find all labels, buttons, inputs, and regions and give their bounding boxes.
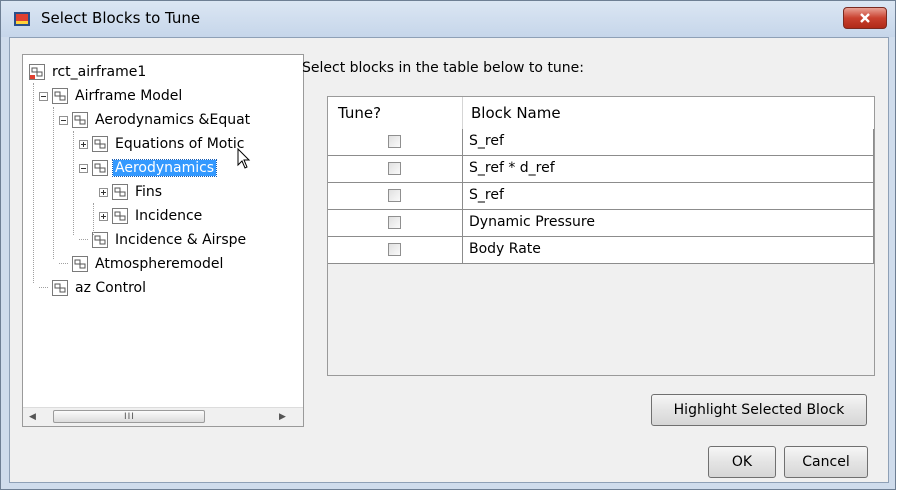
instruction-text: Select blocks in the table below to tune…: [302, 60, 585, 76]
subsystem-icon: [52, 280, 68, 296]
scrollbar-thumb[interactable]: III: [53, 410, 205, 423]
tune-checkbox[interactable]: [388, 135, 401, 148]
simulink-app-icon: [14, 12, 30, 26]
subsystem-icon: [92, 136, 108, 152]
tree-item[interactable]: Aerodynamics &Equat: [59, 109, 252, 131]
table-row[interactable]: S_ref * d_ref: [328, 156, 874, 183]
tune-checkbox[interactable]: [388, 162, 401, 175]
tree-item-label[interactable]: rct_airframe1: [50, 64, 148, 80]
tree-item[interactable]: Fins: [99, 181, 164, 203]
blocks-table: Tune? Block Name S_ref S_ref * d_ref S_ref…: [327, 96, 875, 376]
table-row[interactable]: Dynamic Pressure: [328, 210, 874, 237]
tree-item-label[interactable]: Fins: [133, 184, 164, 200]
collapse-icon[interactable]: [59, 115, 68, 125]
collapse-icon[interactable]: [79, 163, 88, 173]
tree-guide-line: [33, 83, 34, 283]
tree-connector: [39, 287, 48, 289]
tree-item[interactable]: Equations of Motic: [79, 133, 246, 155]
block-name-cell[interactable]: S_ref: [469, 133, 504, 149]
subsystem-icon: [92, 160, 108, 176]
tune-cell: [328, 129, 463, 155]
scroll-right-arrow-icon[interactable]: ▶: [279, 412, 286, 422]
tune-checkbox[interactable]: [388, 243, 401, 256]
table-right-border: [873, 129, 874, 264]
subsystem-icon: [72, 256, 88, 272]
block-name-cell[interactable]: Dynamic Pressure: [469, 214, 595, 230]
table-header: Tune? Block Name: [328, 97, 874, 130]
expand-icon[interactable]: [99, 187, 108, 197]
table-row[interactable]: Body Rate: [328, 237, 874, 264]
tree-item-label[interactable]: Airframe Model: [73, 88, 184, 104]
tree-connector: [59, 263, 68, 265]
block-name-cell[interactable]: S_ref * d_ref: [469, 160, 555, 176]
title-bar[interactable]: Select Blocks to Tune: [1, 1, 895, 37]
expand-icon[interactable]: [99, 211, 108, 221]
tree-item-label[interactable]: Equations of Motic: [113, 136, 246, 152]
dialog-content: rct_airframe1 Airframe Model Aerodynamics …: [9, 37, 889, 483]
collapse-icon[interactable]: [39, 91, 48, 101]
tune-checkbox[interactable]: [388, 216, 401, 229]
tune-checkbox[interactable]: [388, 189, 401, 202]
expand-icon[interactable]: [79, 139, 88, 149]
window-title: Select Blocks to Tune: [41, 9, 201, 27]
tree-guide-line: [53, 107, 54, 259]
subsystem-icon: [52, 88, 68, 104]
subsystem-icon: [112, 184, 128, 200]
close-icon: [860, 13, 870, 23]
model-tree[interactable]: rct_airframe1 Airframe Model Aerodynamics …: [22, 54, 304, 427]
scroll-left-arrow-icon[interactable]: ◀: [29, 412, 36, 422]
tune-cell: [328, 237, 463, 263]
scroll-grip: III: [124, 412, 135, 422]
subsystem-icon: [112, 208, 128, 224]
tune-cell: [328, 183, 463, 209]
model-icon: [29, 64, 45, 80]
tree-item-label[interactable]: Incidence: [133, 208, 204, 224]
column-header-block-name[interactable]: Block Name: [471, 104, 561, 122]
tree-item-label[interactable]: Aerodynamics: [111, 159, 218, 177]
close-button[interactable]: [843, 7, 887, 29]
column-divider[interactable]: [462, 97, 463, 129]
table-row[interactable]: S_ref: [328, 183, 874, 210]
tree-item[interactable]: Airframe Model: [39, 85, 184, 107]
tree-item[interactable]: Incidence & Airspe: [79, 229, 248, 251]
highlight-selected-block-button[interactable]: Highlight Selected Block: [651, 394, 867, 426]
cancel-button[interactable]: Cancel: [784, 446, 868, 478]
tree-item[interactable]: Incidence: [99, 205, 204, 227]
tree-item-label[interactable]: Incidence & Airspe: [113, 232, 248, 248]
tree-item-label[interactable]: Atmospheremodel: [93, 256, 225, 272]
tune-cell: [328, 156, 463, 182]
tree-item-label[interactable]: az Control: [73, 280, 148, 296]
tree-item[interactable]: Aerodynamics: [79, 157, 218, 179]
horizontal-scrollbar[interactable]: ◀ III ▶: [23, 407, 303, 426]
column-header-tune[interactable]: Tune?: [338, 104, 381, 122]
tree-connector: [79, 239, 88, 241]
dialog-window: Select Blocks to Tune rct_airframe1 Airfr…: [0, 0, 896, 490]
tree-item[interactable]: az Control: [39, 277, 148, 299]
tree-guide-line: [93, 203, 94, 235]
tree-item[interactable]: Atmospheremodel: [59, 253, 225, 275]
subsystem-icon: [72, 112, 88, 128]
ok-button[interactable]: OK: [708, 446, 776, 478]
tree-item[interactable]: rct_airframe1: [29, 61, 148, 83]
tree-item-label[interactable]: Aerodynamics &Equat: [93, 112, 252, 128]
block-name-cell[interactable]: Body Rate: [469, 241, 541, 257]
tree-guide-line: [73, 131, 74, 235]
tune-cell: [328, 210, 463, 236]
subsystem-icon: [92, 232, 108, 248]
mouse-cursor-icon: [237, 148, 251, 169]
block-name-cell[interactable]: S_ref: [469, 187, 504, 203]
table-row[interactable]: S_ref: [328, 129, 874, 156]
